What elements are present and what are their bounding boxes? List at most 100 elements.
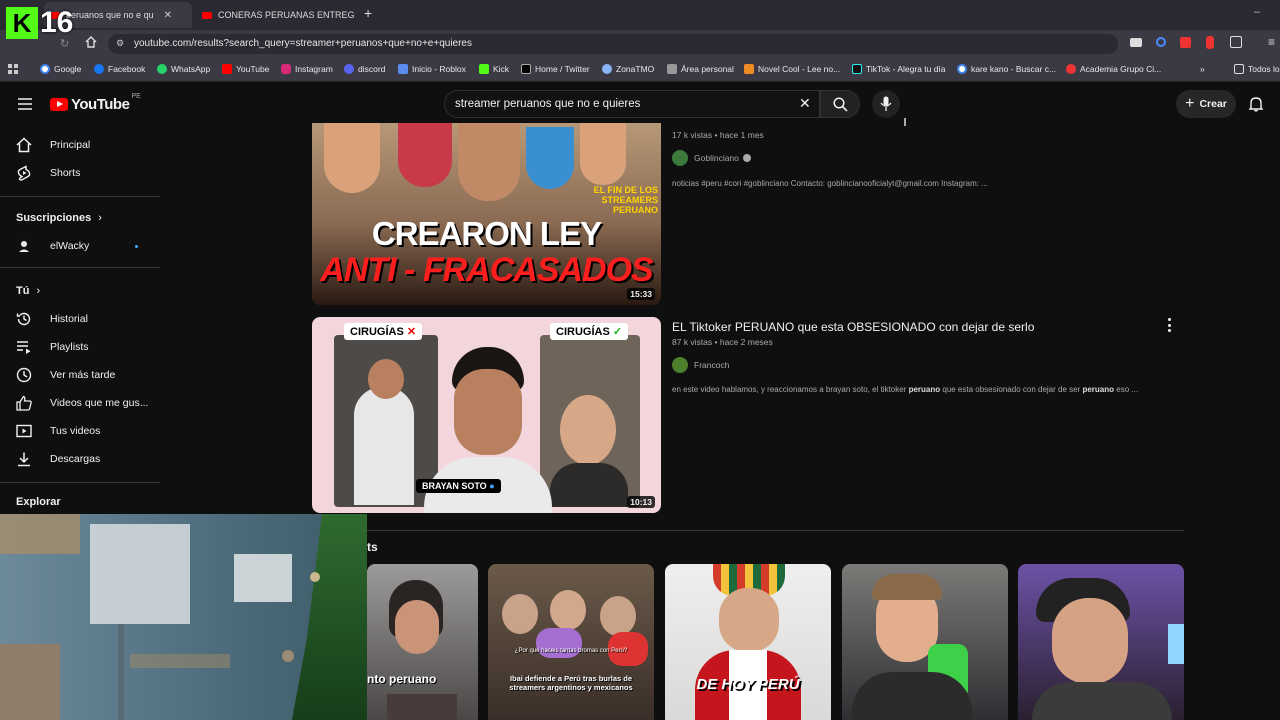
new-tab-icon[interactable]: +	[364, 5, 372, 21]
more-bookmarks-icon[interactable]: »	[1200, 64, 1205, 74]
thumbnail-person-1	[324, 123, 380, 193]
whatsapp-icon	[157, 64, 167, 74]
history-icon	[16, 312, 31, 326]
sidebar-item-playlists[interactable]: Playlists	[16, 339, 89, 355]
browser-tab[interactable]: CONERAS PERUANAS ENTREG ✕	[196, 2, 356, 28]
browser-tab-bar: peruanos que no e qu ✕ CONERAS PERUANAS …	[0, 0, 1280, 30]
bookmark-whatsapp[interactable]: WhatsApp	[157, 64, 210, 74]
bookmark-kare-kano[interactable]: kare kano - Buscar c...	[957, 64, 1056, 74]
watch-later-icon	[16, 367, 32, 383]
all-bookmarks-folder[interactable]: Todos lo	[1234, 64, 1280, 74]
apps-grid-icon[interactable]	[8, 64, 18, 74]
extension-gmail-icon[interactable]	[1130, 38, 1142, 47]
short-caption: DE HOY PERÚ	[696, 676, 800, 693]
youtube-logo[interactable]: YouTube PE	[50, 93, 141, 113]
webcam-shelf	[0, 644, 60, 720]
create-button[interactable]: + Crear	[1176, 90, 1236, 118]
short-card[interactable]: ¿Por qué haceis tantas bromas con Perú? …	[488, 564, 654, 720]
bookmark-area-personal[interactable]: Área personal	[667, 64, 734, 74]
short-card[interactable]	[1018, 564, 1184, 720]
sidebar-item-liked-videos[interactable]: Videos que me gus...	[16, 395, 148, 411]
bookmark-roblox[interactable]: Inicio - Roblox	[398, 64, 466, 74]
more-actions-icon[interactable]	[1168, 318, 1172, 332]
home-icon	[16, 137, 32, 153]
academia-icon	[1066, 64, 1076, 74]
webcam-paper	[90, 524, 190, 624]
menu-icon[interactable]: ≡	[1268, 35, 1275, 49]
thumbnail-person-3	[458, 123, 520, 201]
thumbnail-label-cirugias-good: CIRUGÍAS ✓	[550, 323, 629, 340]
short-caption: nto peruano	[367, 672, 437, 686]
bookmark-zonatmo[interactable]: ZonaTMO	[602, 64, 654, 74]
extension-record-icon[interactable]	[1206, 36, 1214, 49]
tab-title: CONERAS PERUANAS ENTREG	[218, 10, 355, 20]
short-card[interactable]: DE HOY PERÚ	[665, 564, 831, 720]
sidebar-item-elwacky[interactable]: elWacky	[16, 238, 89, 254]
address-bar[interactable]: ⚙ youtube.com/results?search_query=strea…	[108, 34, 1118, 54]
novel-cool-icon	[744, 64, 754, 74]
search-icon	[833, 97, 848, 112]
bookmark-kick[interactable]: Kick	[479, 64, 509, 74]
thumbnail-headline: CREARON LEY	[371, 215, 602, 252]
extension-red-icon[interactable]	[1180, 37, 1191, 48]
site-settings-icon[interactable]: ⚙	[116, 38, 124, 49]
sidebar-item-downloads[interactable]: Descargas	[16, 451, 100, 467]
bookmark-academia[interactable]: Academia Grupo Ci...	[1066, 64, 1161, 74]
short-card[interactable]: nto peruano	[367, 564, 478, 720]
you-header[interactable]: Tú ›	[16, 285, 40, 297]
search-button[interactable]	[820, 90, 860, 118]
channel-link[interactable]: Francoch	[672, 357, 729, 373]
notifications-bell-icon[interactable]	[1248, 96, 1264, 117]
thumbnail-top-text: EL FIN DE LOS STREAMERS PERUANO	[593, 185, 658, 215]
short-card[interactable]	[842, 564, 1008, 720]
sidebar-item-watch-later[interactable]: Ver más tarde	[16, 367, 115, 383]
search-input[interactable]: streamer peruanos que no e quieres ✕	[444, 90, 820, 118]
bookmark-youtube[interactable]: YouTube	[222, 64, 269, 74]
discord-icon	[344, 64, 354, 74]
channel-link[interactable]: Goblinciano	[672, 150, 751, 166]
youtube-icon	[222, 64, 232, 74]
google-icon	[40, 64, 50, 74]
overlay-number: 16	[40, 6, 74, 39]
video-description: en este video hablamos, y reaccionamos a…	[672, 385, 1139, 394]
bookmark-facebook[interactable]: Facebook	[94, 64, 145, 74]
thumbnail-person-2	[398, 123, 452, 187]
extension-sound-icon[interactable]	[1156, 37, 1166, 47]
extensions-puzzle-icon[interactable]	[1230, 36, 1242, 48]
youtube-favicon-icon	[202, 11, 212, 19]
section-divider	[312, 530, 1184, 531]
instagram-icon	[281, 64, 291, 74]
bookmark-instagram[interactable]: Instagram	[281, 64, 333, 74]
home-button-icon[interactable]	[85, 35, 97, 53]
minimize-icon[interactable]: –	[1254, 6, 1260, 18]
bookmark-twitter[interactable]: Home / Twitter	[521, 64, 590, 74]
search-query-text: streamer peruanos que no e quieres	[455, 98, 641, 110]
bookmark-tiktok[interactable]: TikTok - Alegra tu día	[852, 64, 946, 74]
sidebar-item-shorts[interactable]: Shorts	[16, 165, 80, 181]
bookmark-discord[interactable]: discord	[344, 64, 385, 74]
video-title[interactable]: EL Tiktoker PERUANO que esta OBSESIONADO…	[672, 320, 1034, 334]
sidebar-item-historial[interactable]: Historial	[16, 311, 88, 327]
sidebar-divider	[0, 267, 160, 268]
hamburger-menu-icon[interactable]	[18, 97, 32, 115]
sidebar-item-your-videos[interactable]: Tus videos	[16, 423, 100, 439]
webcam-stain	[130, 654, 230, 668]
check-icon: ✓	[609, 326, 623, 338]
video-thumbnail[interactable]: CIRUGÍAS ✕ CIRUGÍAS ✓ BRAYAN SOTO ● 10:1…	[312, 317, 661, 513]
close-tab-icon[interactable]: ✕	[164, 10, 172, 21]
sidebar-item-label: Shorts	[50, 167, 81, 179]
sidebar-item-label: Ver más tarde	[50, 369, 116, 381]
bookmark-google[interactable]: Google	[40, 64, 81, 74]
subscriptions-header[interactable]: Suscripciones ›	[16, 212, 102, 224]
bookmark-novel-cool[interactable]: Novel Cool - Lee no...	[744, 64, 840, 74]
sidebar-item-principal[interactable]: Principal	[16, 137, 90, 153]
voice-search-button[interactable]	[872, 90, 900, 118]
your-videos-icon	[16, 424, 32, 438]
thumbnail-person-5	[580, 123, 626, 185]
more-actions-icon[interactable]	[904, 118, 906, 126]
video-thumbnail[interactable]: EL FIN DE LOS STREAMERS PERUANO CREARON …	[312, 123, 661, 305]
clear-search-icon[interactable]: ✕	[799, 95, 811, 112]
thumbnail-person-shirt	[550, 463, 628, 507]
like-icon	[16, 395, 32, 411]
verified-check-icon: ●	[489, 481, 495, 491]
